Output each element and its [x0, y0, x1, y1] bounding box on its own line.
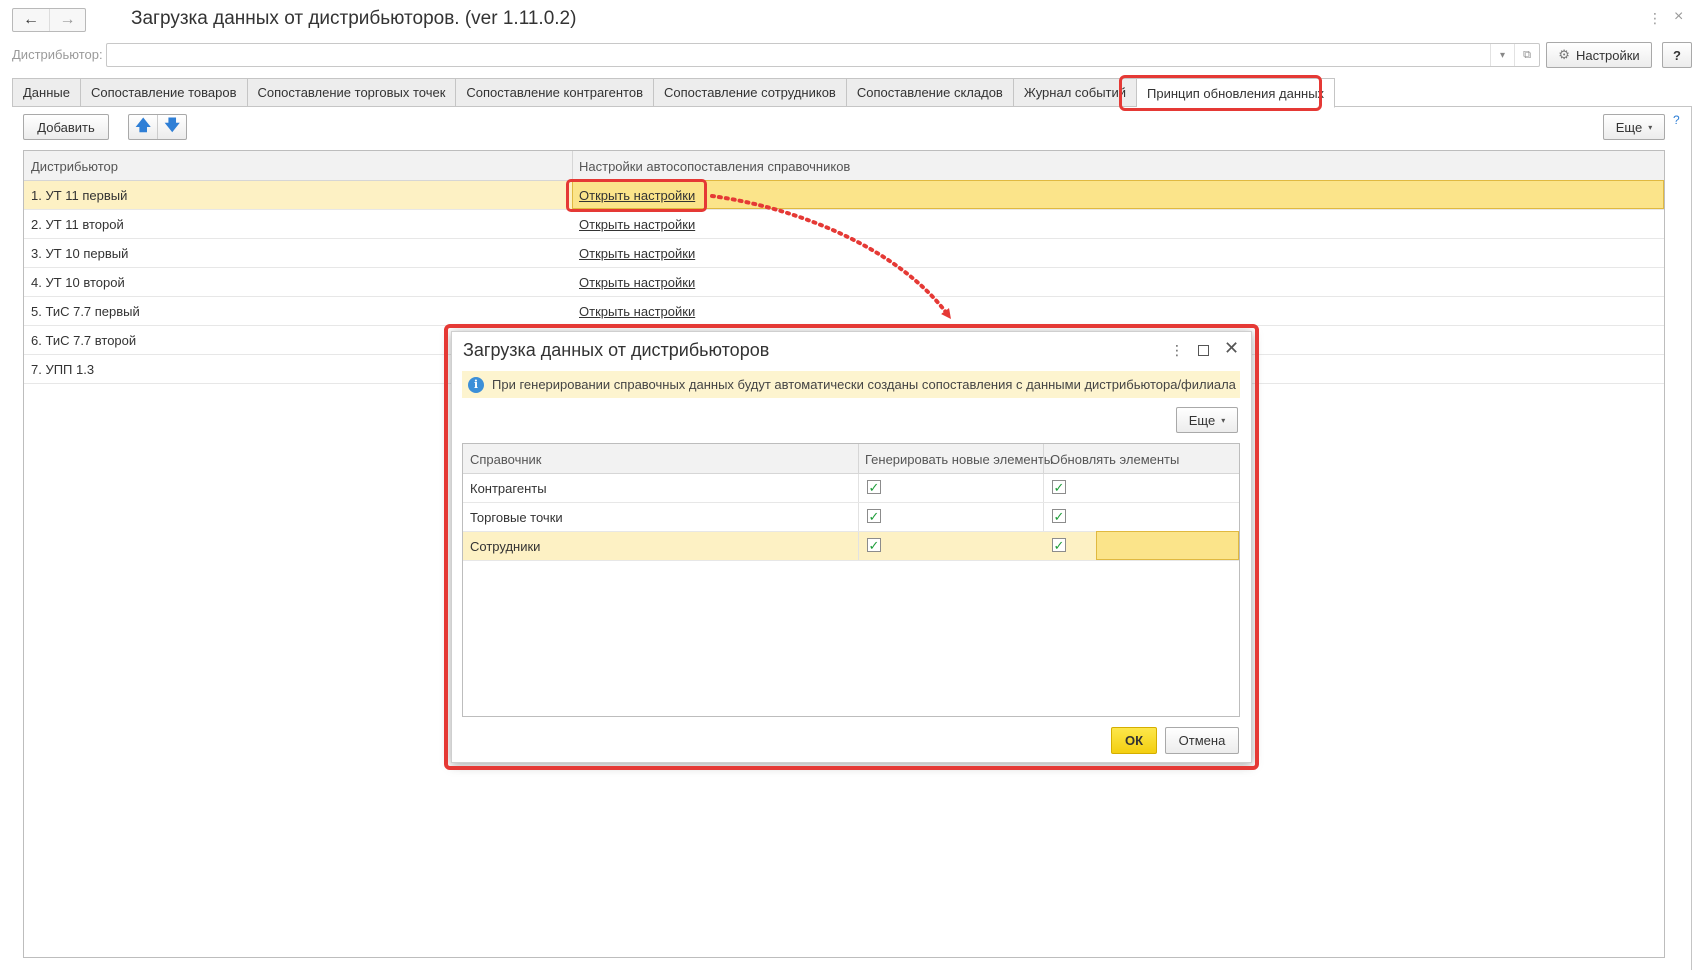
help-button[interactable]: ?: [1662, 42, 1692, 68]
add-button[interactable]: Добавить: [23, 114, 109, 140]
tab-contractors-mapping[interactable]: Сопоставление контрагентов: [456, 78, 654, 107]
column-header-distributor[interactable]: Дистрибьютор: [24, 151, 118, 181]
move-up-icon[interactable]: 🡅: [129, 115, 157, 139]
distributor-input[interactable]: [106, 43, 1540, 67]
table-row[interactable]: 5. ТиС 7.7 первый Открыть настройки: [24, 297, 1664, 326]
chevron-down-icon: ▾: [1648, 122, 1653, 132]
distributor-name: 7. УПП 1.3: [31, 361, 95, 377]
chevron-down-icon[interactable]: ▾: [1490, 44, 1514, 66]
tab-employees-mapping[interactable]: Сопоставление сотрудников: [654, 78, 847, 107]
more-icon[interactable]: ⋮: [1648, 10, 1662, 27]
column-header-settings[interactable]: Настройки автосопоставления справочников: [572, 151, 850, 181]
gear-icon: ⚙: [1558, 47, 1570, 62]
selected-cell: [572, 180, 1664, 209]
more-button[interactable]: Еще ▾: [1603, 114, 1665, 140]
open-settings-link[interactable]: Открыть настройки: [579, 275, 695, 290]
table-header: Дистрибьютор Настройки автосопоставления…: [24, 151, 1664, 181]
settings-button[interactable]: ⚙ Настройки: [1546, 42, 1652, 68]
table-row[interactable]: 4. УТ 10 второй Открыть настройки: [24, 268, 1664, 297]
open-icon[interactable]: ⧉: [1514, 44, 1539, 66]
distributor-name: 3. УТ 10 первый: [31, 245, 129, 261]
table-row[interactable]: 2. УТ 11 второй Открыть настройки: [24, 210, 1664, 239]
open-settings-link[interactable]: Открыть настройки: [579, 217, 695, 232]
table-row[interactable]: 3. УТ 10 первый Открыть настройки: [24, 239, 1664, 268]
distributor-name: 2. УТ 11 второй: [31, 216, 124, 232]
tab-highlight-frame: [1119, 75, 1322, 111]
open-settings-link[interactable]: Открыть настройки: [579, 246, 695, 261]
dialog-highlight-frame: [444, 324, 1259, 770]
close-icon[interactable]: ×: [1674, 8, 1683, 26]
tab-data[interactable]: Данные: [12, 78, 81, 107]
distributor-label: Дистрибьютор:: [12, 47, 103, 62]
navigation-buttons: ← →: [12, 8, 86, 32]
window-title: Загрузка данных от дистрибьюторов. (ver …: [131, 8, 577, 29]
tab-outlets-mapping[interactable]: Сопоставление торговых точек: [247, 78, 457, 107]
back-icon[interactable]: ←: [13, 9, 49, 31]
open-settings-link[interactable]: Открыть настройки: [579, 304, 695, 319]
more-button-label: Еще: [1615, 119, 1643, 135]
distributor-name: 5. ТиС 7.7 первый: [31, 303, 140, 319]
help-icon[interactable]: ?: [1673, 113, 1680, 127]
link-highlight-frame: [566, 179, 707, 212]
table-row[interactable]: 1. УТ 11 первый Открыть настройки: [24, 180, 1664, 210]
settings-button-label: Настройки: [1575, 47, 1640, 63]
tab-warehouses-mapping[interactable]: Сопоставление складов: [846, 78, 1014, 107]
move-buttons: 🡅 🡇: [128, 114, 187, 140]
distributor-name: 1. УТ 11 первый: [31, 187, 128, 203]
distributor-name: 6. ТиС 7.7 второй: [31, 332, 137, 348]
distributor-name: 4. УТ 10 второй: [31, 274, 125, 290]
forward-icon[interactable]: →: [48, 9, 85, 31]
move-down-icon[interactable]: 🡇: [157, 115, 186, 139]
tab-goods-mapping[interactable]: Сопоставление товаров: [80, 78, 248, 107]
